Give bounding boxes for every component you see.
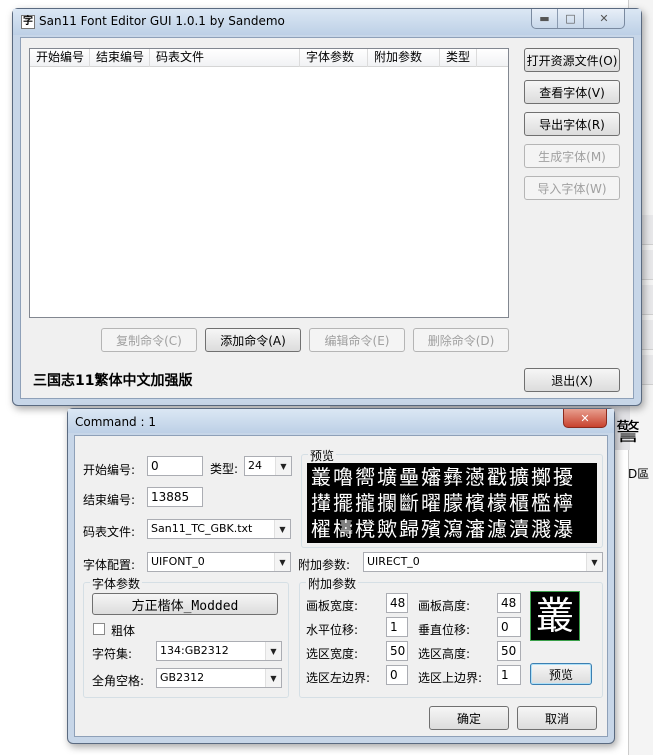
h-offset-label: 水平位移:	[306, 623, 359, 637]
preview-canvas: 叢嚕嚮壙壘嬸彝懣戳擴擲擾 攆擺攏攔斷曜朦檳檬櫃檻檸 櫂檮櫈歟歸殯瀉瀋濾瀆濺瀑	[307, 463, 597, 543]
chevron-down-icon[interactable]: ▼	[265, 669, 281, 687]
preview-line: 攆擺攏攔斷曜朦檳檬櫃檻檸	[311, 491, 575, 515]
canvas-height-input[interactable]: 48	[497, 593, 521, 613]
column-header-end[interactable]: 结束编号	[90, 49, 150, 67]
close-icon[interactable]: ✕	[584, 9, 624, 28]
font-params-group: 字体参数 方正楷体_Modded 粗体 字符集: 134:GB2312 ▼ 全角…	[83, 575, 289, 698]
minimize-icon[interactable]: ▬	[532, 9, 558, 28]
ok-button[interactable]: 确定	[429, 706, 509, 730]
canvas-height-label: 画板高度:	[418, 599, 471, 613]
main-window: 字 San11 Font Editor GUI 1.0.1 by Sandemo…	[12, 8, 642, 406]
sel-height-input[interactable]: 50	[497, 641, 521, 661]
extra-params-group: 附加参数 画板宽度: 48 画板高度: 48 水平位移: 1 垂直位移: 0 选…	[299, 575, 603, 698]
column-header-font-params[interactable]: 字体参数	[300, 49, 368, 67]
font-config-select[interactable]: UIFONT_0 ▼	[147, 552, 291, 572]
chevron-down-icon[interactable]: ▼	[274, 520, 290, 538]
font-name-button[interactable]: 方正楷体_Modded	[92, 593, 278, 615]
edit-command-button[interactable]: 编辑命令(E)	[309, 328, 405, 352]
bold-checkbox[interactable]	[93, 623, 105, 635]
main-client-area: 开始编号 结束编号 码表文件 字体参数 附加参数 类型 打开资源文件(O) 查看…	[20, 37, 634, 399]
fullwidth-select[interactable]: GB2312 ▼	[156, 668, 282, 688]
main-window-title: San11 Font Editor GUI 1.0.1 by Sandemo	[39, 14, 285, 28]
cancel-button[interactable]: 取消	[517, 706, 597, 730]
dialog-client-area: 开始编号: 0 类型: 24 ▼ 结束编号: 13885 码表文件: San11…	[74, 435, 608, 737]
open-resource-button[interactable]: 打开资源文件(O)	[524, 48, 620, 72]
preview-group-title: 预览	[308, 447, 337, 464]
extra-param-select-value: UIRECT_0	[367, 555, 420, 568]
dialog-close-icon[interactable]: ✕	[563, 409, 607, 428]
end-label: 结束编号:	[83, 493, 136, 507]
command-list-header: 开始编号 结束编号 码表文件 字体参数 附加参数 类型	[30, 49, 508, 67]
chevron-down-icon[interactable]: ▼	[265, 642, 281, 660]
charset-select-value: 134:GB2312	[160, 644, 229, 657]
v-offset-input[interactable]: 0	[497, 617, 521, 637]
fullwidth-label: 全角空格:	[92, 674, 145, 688]
command-list[interactable]: 开始编号 结束编号 码表文件 字体参数 附加参数 类型	[29, 48, 509, 318]
dialog-title: Command : 1	[75, 415, 156, 429]
maximize-icon[interactable]: □	[558, 9, 584, 28]
window-controls: ▬ □ ✕	[531, 9, 625, 29]
chevron-down-icon[interactable]: ▼	[275, 457, 291, 475]
chevron-down-icon[interactable]: ▼	[274, 553, 290, 571]
extra-param-select[interactable]: UIRECT_0 ▼	[363, 552, 603, 572]
font-config-label: 字体配置:	[83, 558, 136, 572]
canvas-width-input[interactable]: 48	[386, 593, 408, 613]
extra-param-label: 附加参数:	[298, 558, 351, 572]
start-input[interactable]: 0	[147, 456, 203, 476]
type-label: 类型:	[210, 462, 239, 476]
canvas-width-label: 画板宽度:	[306, 599, 359, 613]
v-offset-label: 垂直位移:	[418, 623, 471, 637]
background-text: D區	[628, 467, 650, 481]
import-font-button[interactable]: 导入字体(W)	[524, 176, 620, 200]
preview-button[interactable]: 预览	[530, 663, 592, 685]
type-select[interactable]: 24 ▼	[244, 456, 292, 476]
fullwidth-select-value: GB2312	[160, 671, 205, 684]
glyph-preview: 叢	[530, 591, 580, 641]
type-select-value: 24	[248, 459, 262, 472]
app-icon: 字	[21, 15, 35, 29]
sel-top-label: 选区上边界:	[418, 671, 483, 685]
view-font-button[interactable]: 查看字体(V)	[524, 80, 620, 104]
status-text: 三国志11繁体中文加强版	[33, 373, 193, 389]
exit-button[interactable]: 退出(X)	[524, 368, 620, 392]
sel-width-input[interactable]: 50	[386, 641, 408, 661]
codetable-select[interactable]: San11_TC_GBK.txt ▼	[147, 519, 291, 539]
charset-select[interactable]: 134:GB2312 ▼	[156, 641, 282, 661]
codetable-select-value: San11_TC_GBK.txt	[151, 522, 253, 535]
font-config-select-value: UIFONT_0	[151, 555, 205, 568]
preview-group: 预览 叢嚕嚮壙壘嬸彝懣戳擴擲擾 攆擺攏攔斷曜朦檳檬櫃檻檸 櫂檮櫈歟歸殯瀉瀋濾瀆濺…	[301, 447, 603, 548]
copy-command-button[interactable]: 复制命令(C)	[101, 328, 197, 352]
chevron-down-icon[interactable]: ▼	[586, 553, 602, 571]
column-header-extra-params[interactable]: 附加参数	[368, 49, 440, 67]
column-header-codetable[interactable]: 码表文件	[150, 49, 300, 67]
export-font-button[interactable]: 导出字体(R)	[524, 112, 620, 136]
dialog-titlebar: Command : 1	[68, 409, 614, 433]
end-input[interactable]: 13885	[147, 487, 203, 507]
codetable-label: 码表文件:	[83, 525, 136, 539]
preview-line: 櫂檮櫈歟歸殯瀉瀋濾瀆濺瀑	[311, 517, 575, 541]
h-offset-input[interactable]: 1	[386, 617, 408, 637]
sel-left-input[interactable]: 0	[386, 665, 408, 685]
column-header-start[interactable]: 开始编号	[30, 49, 90, 67]
preview-line: 叢嚕嚮壙壘嬸彝懣戳擴擲擾	[311, 465, 575, 489]
delete-command-button[interactable]: 删除命令(D)	[413, 328, 509, 352]
sel-top-input[interactable]: 1	[497, 665, 521, 685]
extra-params-group-title: 附加参数	[306, 575, 359, 592]
font-params-group-title: 字体参数	[90, 575, 143, 592]
charset-label: 字符集:	[92, 647, 133, 661]
column-header-type[interactable]: 类型	[440, 49, 477, 67]
start-label: 开始编号:	[83, 463, 136, 477]
sel-width-label: 选区宽度:	[306, 647, 359, 661]
bold-label: 粗体	[111, 624, 136, 638]
command-dialog: Command : 1 ✕ 开始编号: 0 类型: 24 ▼ 结束编号: 138…	[67, 408, 615, 744]
sel-height-label: 选区高度:	[418, 647, 471, 661]
add-command-button[interactable]: 添加命令(A)	[205, 328, 301, 352]
background-glyph: 警	[616, 418, 640, 446]
sel-left-label: 选区左边界:	[306, 671, 371, 685]
generate-font-button[interactable]: 生成字体(M)	[524, 144, 620, 168]
